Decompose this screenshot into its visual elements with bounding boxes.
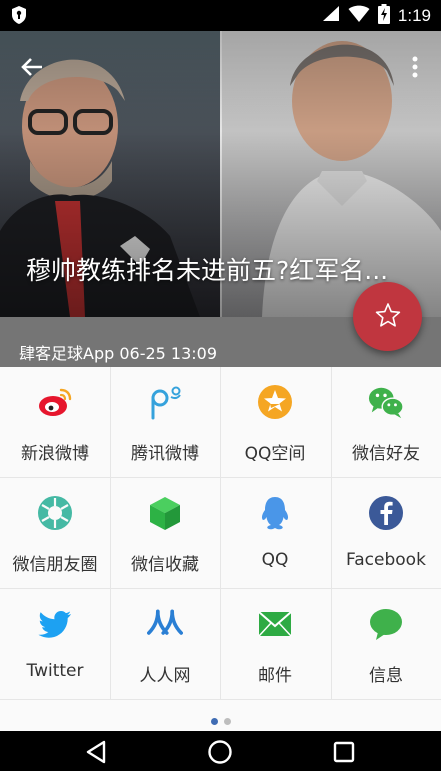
share-grid: 新浪微博 腾讯微博 QQ空间 微信好友 微信朋友圈 微信收藏 QQ Facebo… [0, 367, 441, 700]
share-sheet: 新浪微博 腾讯微博 QQ空间 微信好友 微信朋友圈 微信收藏 QQ Facebo… [0, 367, 441, 731]
share-label: 邮件 [258, 666, 292, 686]
share-tencent-weibo[interactable]: 腾讯微博 [110, 367, 220, 477]
wechat-icon [368, 384, 404, 420]
share-label: 新浪微博 [21, 444, 89, 464]
share-label: 信息 [369, 666, 403, 686]
wifi-icon [348, 5, 370, 27]
qq-icon [257, 495, 293, 531]
back-arrow-icon[interactable] [18, 53, 46, 81]
share-qzone[interactable]: QQ空间 [220, 367, 330, 477]
navigation-bar [0, 731, 441, 771]
share-label: 人人网 [139, 666, 191, 686]
share-wechat-favorite[interactable]: 微信收藏 [110, 478, 220, 588]
article-hero-image: 穆帅教练排名未进前五?红军名... [0, 31, 441, 317]
share-label: 腾讯微博 [131, 444, 199, 464]
page-dot-active [210, 718, 218, 725]
share-label: 微信好友 [352, 444, 420, 464]
moments-icon [37, 495, 73, 531]
share-renren[interactable]: 人人网 [110, 589, 220, 699]
share-weibo[interactable]: 新浪微博 [0, 367, 110, 477]
weibo-icon [37, 384, 73, 420]
nav-home-icon[interactable] [205, 737, 235, 767]
article-title: 穆帅教练排名未进前五?红军名... [26, 256, 389, 285]
share-label: Twitter [26, 661, 84, 681]
status-time: 1:19 [397, 6, 431, 25]
tencent-weibo-icon [147, 384, 183, 420]
share-wechat-moments[interactable]: 微信朋友圈 [0, 478, 110, 588]
share-sms[interactable]: 信息 [331, 589, 441, 699]
nav-back-icon[interactable] [82, 737, 112, 767]
signal-icon [322, 5, 340, 27]
share-label: 微信朋友圈 [12, 555, 98, 575]
more-options-icon[interactable] [403, 53, 427, 81]
share-label: QQ空间 [244, 444, 306, 464]
qzone-icon [257, 384, 293, 420]
share-label: 微信收藏 [131, 555, 199, 575]
sms-icon [368, 606, 404, 642]
email-icon [257, 606, 293, 642]
share-qq[interactable]: QQ [220, 478, 330, 588]
share-wechat-friend[interactable]: 微信好友 [331, 367, 441, 477]
wechat-favorite-icon [147, 495, 183, 531]
battery-charging-icon [377, 4, 390, 28]
favorite-button[interactable] [353, 282, 422, 351]
renren-icon [147, 606, 183, 642]
share-label: Facebook [346, 550, 426, 570]
nav-recents-icon[interactable] [329, 737, 359, 767]
share-label: QQ [261, 550, 289, 570]
twitter-icon [37, 606, 73, 642]
share-twitter[interactable]: Twitter [0, 589, 110, 699]
share-email[interactable]: 邮件 [220, 589, 330, 699]
page-dot-inactive [223, 718, 231, 725]
article-meta: 肆客足球App 06-25 13:09 [19, 344, 218, 363]
shield-icon [9, 5, 29, 25]
star-icon [375, 302, 401, 332]
status-bar: 1:19 [0, 0, 441, 31]
share-facebook[interactable]: Facebook [331, 478, 441, 588]
page-indicator [0, 710, 441, 725]
facebook-icon [368, 495, 404, 531]
